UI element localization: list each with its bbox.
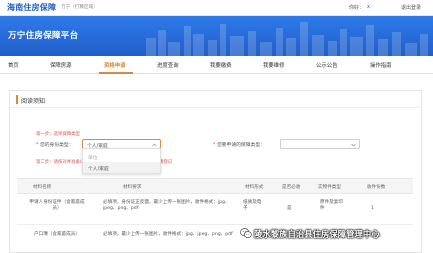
wechat-icon [240, 228, 252, 238]
col-copies: 收件份数 [367, 185, 386, 190]
required-cell: 是 [287, 206, 292, 211]
table-row: 申请人身份证件（含家庭成员） 必填项，身份证正反面，最少上传一张图片，收件格式：… [17, 195, 413, 225]
greeting-text: 你好： [349, 5, 365, 11]
nav-repair[interactable]: 我要维修 [263, 61, 285, 69]
chevron-up-icon [152, 143, 157, 147]
wechat-watermark: 陵水黎族自治县住房保障管理中心 [240, 226, 430, 242]
identity-type-label: * 您的身份类型： [36, 143, 74, 148]
housing-type-select[interactable] [280, 139, 360, 149]
platform-title: 万宁住房保障平台 [8, 31, 79, 41]
nav-progress[interactable]: 进度查询 [157, 61, 179, 69]
region-label: 万宁（打算区域） [61, 5, 98, 10]
col-required: 是否必收 [282, 185, 301, 190]
main-nav: 首页 保障房源 资格申请 进度查询 我要缴费 我要维修 公示公告 操作指南 [0, 56, 433, 74]
material-name-cell: 申请人身份证件（含家庭成员） [29, 200, 85, 212]
site-brand[interactable]: 海南住房保障 [7, 2, 56, 13]
skyline-illustration [146, 22, 428, 56]
copies-cell: 1 [371, 206, 374, 211]
nav-notice[interactable]: 公示公告 [316, 61, 338, 69]
dropdown-option-placeholder[interactable]: 单位 [83, 151, 160, 162]
identity-type-dropdown: 单位 个人/家庭 [82, 148, 161, 174]
nav-payment[interactable]: 我要缴费 [210, 61, 232, 69]
nav-home[interactable]: 首页 [8, 61, 19, 69]
panel-title: 阅读须知 [21, 98, 46, 105]
logout-link[interactable]: 退出登录 [401, 4, 421, 11]
dropdown-option-individual[interactable]: 个人/家庭 [83, 162, 160, 173]
active-tab-indicator [99, 72, 133, 74]
step-one-heading: 第一步：选择保障类型 [36, 132, 80, 137]
col-form: 材料形式 [245, 185, 264, 190]
panel-accent-bar [16, 95, 18, 104]
nav-apply[interactable]: 资格申请 [104, 61, 126, 69]
type-cell: 原件及复印件 [320, 200, 343, 212]
form-cell: 纸质及电子 [243, 200, 262, 212]
panel-header: 阅读须知 [10, 91, 421, 108]
watermark-text: 陵水黎族自治县住房保障管理中心 [254, 229, 380, 239]
requirement-cell: 必填项，身份证正反面，最少上传一张图片，收件格式：jpg、jpeg、png、pd… [103, 200, 230, 212]
username-link[interactable]: x [367, 4, 370, 10]
top-bar: 海南住房保障 万宁（打算区域） 你好： x 退出登录 [0, 0, 433, 16]
col-requirement: 材料要求 [123, 185, 142, 190]
col-material-name: 材料名称 [33, 185, 52, 190]
housing-type-label: * 您要申请的保障类型： [213, 143, 265, 148]
nav-guide[interactable]: 操作指南 [370, 61, 392, 69]
col-type: 实物件类型 [318, 185, 341, 190]
materials-table-header: 材料名称 材料要求 材料形式 是否必收 实物件类型 收件份数 [17, 178, 413, 194]
banner: 万宁住房保障平台 [0, 16, 433, 56]
material-name-cell: 户口簿（含家庭成员） [34, 232, 80, 237]
chevron-down-icon [351, 143, 356, 147]
requirement-cell: 必填项，最少上传一张图片，收件格式：jpg、jpeg、png、pdf [103, 232, 233, 237]
nav-housing[interactable]: 保障房源 [50, 61, 72, 69]
